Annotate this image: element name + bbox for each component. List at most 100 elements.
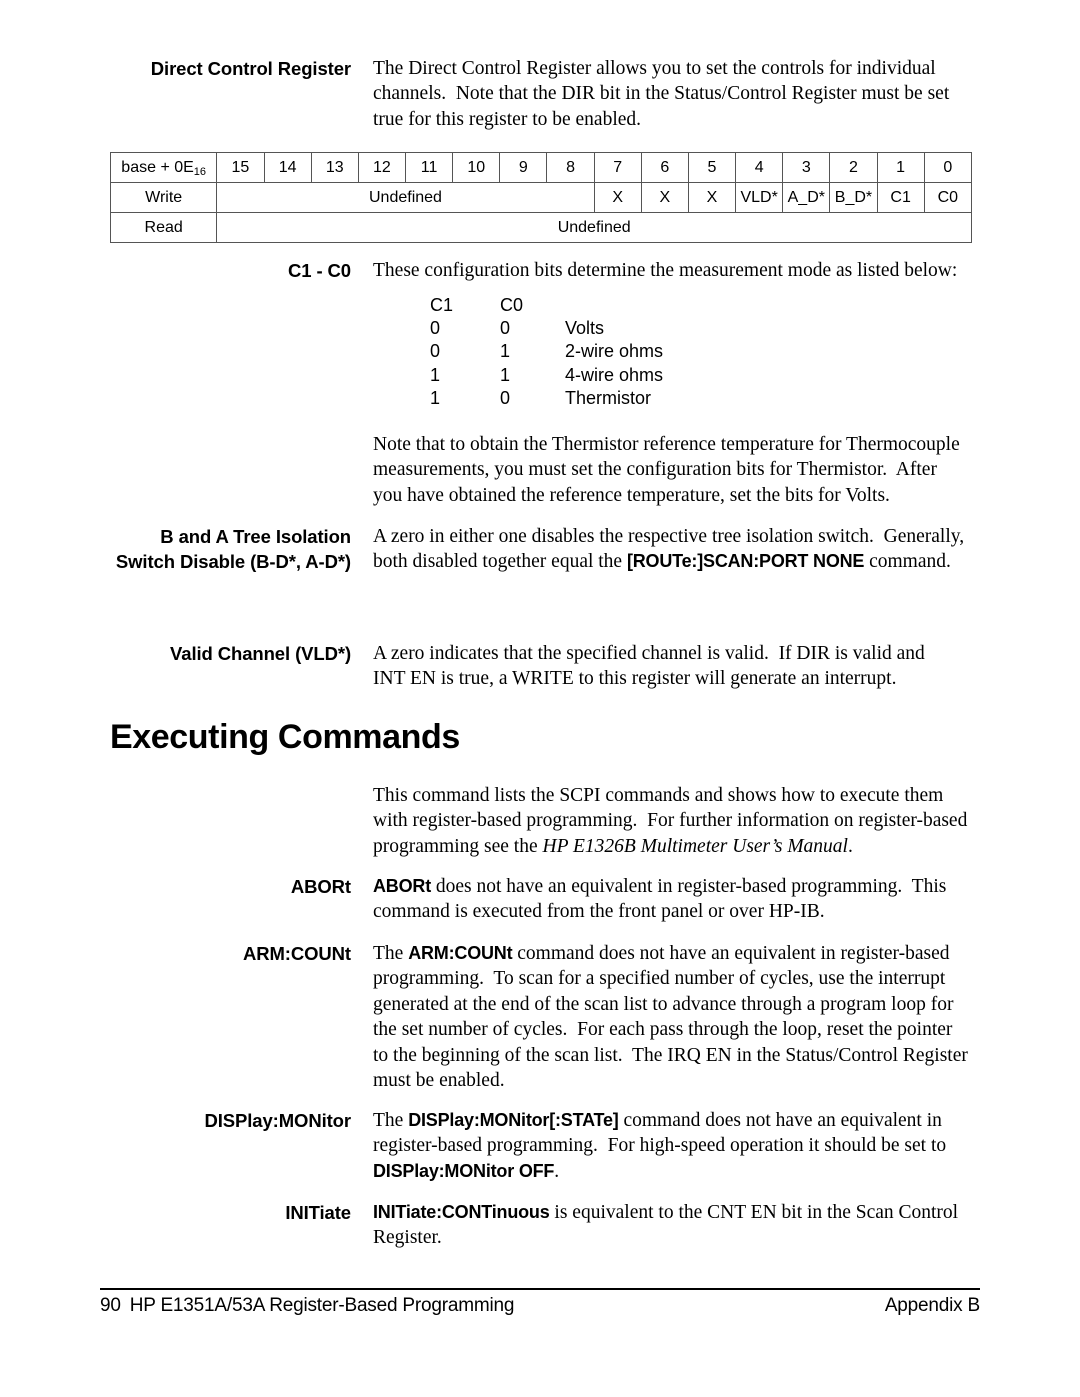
table-row: 1 1 4-wire ohms (430, 365, 825, 388)
tree-isolation-heading-line2: Switch Disable (115, 551, 246, 572)
display-monitor-body: The DISPlay:MONitor[:STATe] command does… (373, 1108, 973, 1184)
direct-control-heading-line2: Register (277, 58, 351, 79)
section-abort: ABORt ABORt does not have an equivalent … (110, 874, 1080, 925)
mode-header-blank (565, 295, 825, 318)
display-monitor-heading-text: DISPlay:MONitor (204, 1110, 351, 1131)
abort-command-name: ABORt (373, 876, 431, 896)
direct-control-body: The Direct Control Register allows you t… (373, 56, 973, 132)
arm-count-body-line1-pre: The (373, 943, 409, 964)
valid-channel-heading: Valid Channel (VLD*) (110, 641, 373, 692)
tree-isolation-heading-line1: B and A Tree Isolation (160, 526, 351, 547)
display-monitor-body-line1-pre: The (373, 1110, 409, 1131)
register-address-subscript: 16 (193, 165, 207, 178)
table-row-read: Read Undefined (109, 212, 972, 243)
exec-intro-body: This command lists the SCPI commands and… (373, 783, 973, 859)
mode-row3-c1: 1 (430, 387, 441, 408)
register-address-prefix: base + 0E (121, 158, 194, 176)
bit-header-13: 13 (310, 152, 359, 183)
table-row-write: Write Undefined X X X VLD* A_D* B_D* C1 … (109, 182, 973, 213)
footer-document-title: HP E1351A/53A Register-Based Programming (129, 1295, 515, 1316)
measurement-mode-table: C1 C0 0 0 Volts 0 1 2-wire ohms 1 1 4-wi… (430, 295, 825, 411)
arm-count-heading-text: ARM:COUNt (242, 943, 351, 964)
read-undefined-span: Undefined (216, 212, 972, 243)
abort-body-line1-rest: does not have an equivalent in register-… (431, 876, 947, 897)
write-bit-2-b-d: B_D* (829, 182, 878, 213)
arm-count-command-name: ARM:COUNt (408, 943, 513, 963)
bit-header-2: 2 (829, 152, 878, 183)
bit-header-5: 5 (687, 152, 737, 183)
c1-c0-heading: C1 - C0 (110, 258, 373, 283)
write-row-label: Write (109, 182, 218, 213)
valid-channel-body-line2: INT EN is true, a WRITE to this register… (373, 668, 897, 690)
write-bit-7: X (593, 182, 642, 213)
arm-count-body-line1: The ARM:COUNt command does not have an e… (373, 941, 973, 966)
table-row: 0 1 2-wire ohms (430, 341, 825, 364)
bit-header-10: 10 (452, 152, 501, 183)
tree-isolation-body-line2-post: command. (864, 551, 951, 573)
read-row-label: Read (109, 212, 218, 243)
thermistor-note-body: Note that to obtain the Thermistor refer… (373, 432, 973, 508)
tree-isolation-heading: B and A Tree Isolation Switch Disable (B… (110, 524, 373, 575)
mode-row0-c1: 0 (430, 318, 441, 339)
mode-row0-c0: 0 (500, 318, 511, 339)
footer-appendix-label: Appendix B (884, 1295, 980, 1316)
arm-count-body-line4: the set number of cycles. For each pass … (373, 1019, 953, 1041)
register-bit-table: base + 0E16 15 14 13 12 11 10 9 8 7 6 5 … (109, 152, 973, 243)
write-bit-1-c1: C1 (876, 182, 925, 213)
c1-c0-body-line1: These configuration bits determine the m… (373, 260, 958, 281)
section-tree-isolation: B and A Tree Isolation Switch Disable (B… (110, 524, 1080, 575)
arm-count-body-line6: must be enabled. (373, 1070, 505, 1092)
section-thermistor-note: Note that to obtain the Thermistor refer… (110, 432, 1080, 508)
mode-row3-c0: 0 (500, 387, 511, 408)
valid-channel-heading-text: Valid Channel (VLD*) (170, 643, 351, 664)
c1-c0-body: These configuration bits determine the m… (373, 258, 973, 283)
bit-header-15: 15 (216, 152, 265, 183)
section-direct-control-register: Direct Control Register The Direct Contr… (110, 56, 1080, 132)
arm-count-body-line3: generated at the end of the scan list to… (373, 993, 954, 1015)
bit-header-0: 0 (923, 152, 973, 183)
arm-count-heading: ARM:COUNt (110, 941, 373, 1093)
tree-isolation-body: A zero in either one disables the respec… (373, 524, 973, 575)
register-address-label: base + 0E16 (109, 152, 218, 183)
footer-divider (100, 1288, 980, 1290)
direct-control-body-line2: channels. Note that the DIR bit in the S… (373, 83, 950, 105)
abort-heading-text: ABORt (290, 876, 351, 897)
display-monitor-command-name: DISPlay:MONitor[:STATe] (408, 1110, 619, 1130)
exec-intro-line3-post: . (847, 835, 853, 857)
write-bit-5: X (687, 182, 737, 213)
route-scan-port-none-command: [ROUTe:]SCAN:PORT NONE (626, 551, 865, 572)
arm-count-body-line1-post: command does not have an equivalent in r… (512, 943, 950, 964)
write-undefined-span: Undefined (216, 182, 595, 213)
valid-channel-body: A zero indicates that the specified chan… (373, 641, 973, 692)
mode-row1-c0: 1 (500, 341, 511, 362)
footer-page-number: 90 (100, 1295, 121, 1316)
mode-row1-label: 2-wire ohms (565, 341, 664, 362)
mode-row3-label: Thermistor (565, 387, 652, 408)
mode-row2-label: 4-wire ohms (565, 364, 664, 385)
write-bit-0-c0: C0 (923, 182, 973, 213)
bit-header-11: 11 (404, 152, 454, 183)
bit-header-1: 1 (876, 152, 925, 183)
exec-intro-line3: programming see the HP E1326B Multimeter… (373, 834, 973, 859)
section-display-monitor: DISPlay:MONitor The DISPlay:MONitor[:STA… (110, 1108, 1080, 1184)
c1-c0-heading-text: C1 - C0 (287, 260, 351, 281)
arm-count-body-line2: programming. To scan for a specified num… (373, 968, 946, 990)
mode-row2-c1: 1 (430, 364, 441, 385)
write-bit-4-vld: VLD* (735, 182, 784, 213)
manual-reference-title: HP E1326B Multimeter User’s Manual (542, 835, 848, 857)
footer-left: 90 HP E1351A/53A Register-Based Programm… (100, 1295, 514, 1317)
abort-body-line1: ABORt does not have an equivalent in reg… (373, 874, 973, 899)
page-title: Executing Commands (110, 718, 460, 756)
bit-header-14: 14 (263, 152, 312, 183)
display-monitor-off-command: DISPlay:MONitor OFF (373, 1160, 555, 1181)
direct-control-body-line3: true for this register to be enabled. (373, 108, 642, 130)
document-page: Direct Control Register The Direct Contr… (0, 0, 1080, 1397)
tree-isolation-body-line2-pre: both disabled together equal the (373, 551, 627, 573)
bit-header-9: 9 (499, 152, 548, 183)
initiate-body-line2: Register. (373, 1227, 442, 1249)
table-row: 1 0 Thermistor (430, 388, 825, 411)
bit-header-12: 12 (357, 152, 406, 183)
mode-header-c0: C0 (500, 295, 524, 315)
bit-header-3: 3 (782, 152, 831, 183)
thermistor-note-line1: Note that to obtain the Thermistor refer… (373, 434, 960, 455)
